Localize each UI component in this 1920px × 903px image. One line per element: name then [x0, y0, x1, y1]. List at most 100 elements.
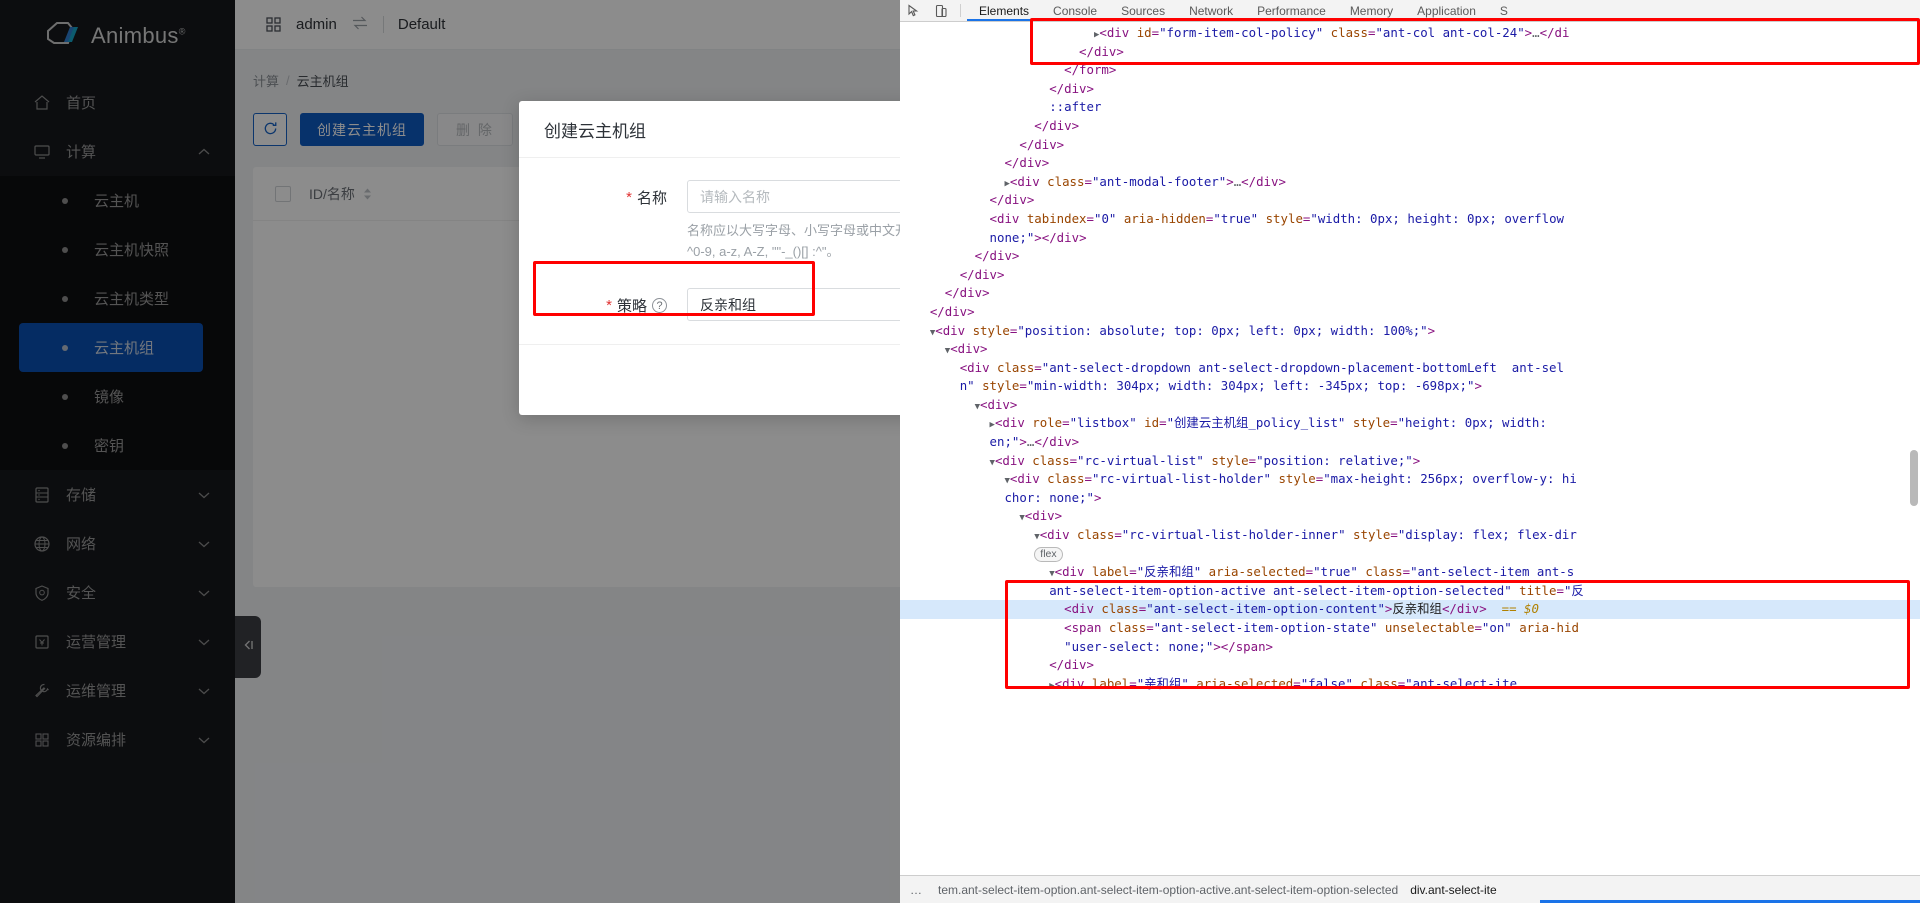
dom-tree-line[interactable]: <div tabindex="0" aria-hidden="true" sty…: [900, 210, 1920, 229]
tab-security[interactable]: S: [1488, 0, 1520, 21]
dom-token: "ant-select-item-option-state": [1154, 620, 1378, 635]
form-item-name: * 名称 请输入名称 名称应以大写字母、小写字母或中文开头，符，且只包含^0-9…: [519, 180, 900, 262]
dom-token: "display: flex; flex-dir: [1398, 527, 1577, 542]
dom-token: <div: [990, 211, 1020, 226]
dom-tree-line[interactable]: ▶<div class="ant-modal-footer">…</div>: [900, 173, 1920, 192]
application-window: Animbus® 首页 计算: [0, 0, 900, 903]
modal-footer: [519, 359, 900, 415]
dom-token: label: [1084, 564, 1129, 579]
dom-token: class: [1094, 601, 1139, 616]
dom-tree-line[interactable]: <div class="ant-select-item-option-conte…: [900, 600, 1920, 619]
dom-tree-line[interactable]: ▼<div class="rc-virtual-list-holder" sty…: [900, 470, 1920, 489]
dom-tree-line[interactable]: </div>: [900, 303, 1920, 322]
dom-tree-line[interactable]: ▶<div role="listbox" id="创建云主机组_policy_l…: [900, 414, 1920, 433]
breadcrumb-overflow-icon[interactable]: …: [900, 883, 932, 897]
dom-token: "反亲和组": [1137, 564, 1201, 579]
modal-divider: [519, 344, 900, 345]
dom-token: "0": [1094, 211, 1116, 226]
breadcrumb-node[interactable]: tem.ant-select-item-option.ant-select-it…: [932, 883, 1404, 897]
dom-token: label: [1084, 676, 1129, 691]
dom-tree-line[interactable]: </div>: [900, 191, 1920, 210]
dom-tree-scrollbar[interactable]: [1910, 450, 1918, 506]
dom-tree-line[interactable]: ▼<div class="rc-virtual-list" style="pos…: [900, 452, 1920, 471]
tab-elements[interactable]: Elements: [967, 0, 1041, 21]
dom-token: "true": [1313, 564, 1358, 579]
policy-select[interactable]: 反亲和组: [687, 288, 900, 321]
dom-tree-line[interactable]: </div>: [900, 266, 1920, 285]
name-input[interactable]: 请输入名称: [687, 180, 900, 213]
dom-tree-line[interactable]: </div>: [900, 136, 1920, 155]
dom-token: =: [1306, 564, 1313, 579]
dom-tree-line[interactable]: </div>: [900, 247, 1920, 266]
flex-badge[interactable]: flex: [1034, 547, 1062, 562]
dom-tree-line[interactable]: ant-select-item-option-active ant-select…: [900, 582, 1920, 601]
dom-tree-line[interactable]: n" style="min-width: 304px; width: 304px…: [900, 377, 1920, 396]
dom-token: "height: 0px; width:: [1398, 415, 1547, 430]
dom-token: </div>: [1042, 230, 1087, 245]
breadcrumb-node[interactable]: div.ant-select-ite: [1404, 883, 1502, 897]
dom-tree-line[interactable]: </form>: [900, 61, 1920, 80]
devtools-tabbar: Elements Console Sources Network Perform…: [900, 0, 1920, 22]
dom-tree-line[interactable]: "user-select: none;"></span>: [900, 638, 1920, 657]
required-marker: *: [606, 298, 612, 313]
tab-application[interactable]: Application: [1405, 0, 1488, 21]
dom-token: =: [1034, 360, 1041, 375]
inspect-element-icon[interactable]: [900, 0, 927, 21]
dom-token: "ant-col: [1375, 25, 1435, 40]
dom-tree-line[interactable]: </div>: [900, 284, 1920, 303]
dom-tree-line[interactable]: </div>: [900, 43, 1920, 62]
dom-token: "ant-select-item: [1410, 564, 1529, 579]
dom-token: class: [1353, 676, 1398, 691]
dom-tree-line[interactable]: en;">…</div>: [900, 433, 1920, 452]
device-toolbar-icon[interactable]: [927, 0, 954, 21]
dom-token: </div>: [945, 285, 990, 300]
dom-tree-line[interactable]: none;"></div>: [900, 229, 1920, 248]
dom-tree-line[interactable]: ▼<div>: [900, 340, 1920, 359]
dom-token: class: [1101, 620, 1146, 635]
dom-tree-line[interactable]: ::after: [900, 98, 1920, 117]
dom-token: <div: [935, 323, 965, 338]
dom-tree-line[interactable]: ▼<div class="rc-virtual-list-holder-inne…: [900, 526, 1920, 545]
tab-performance[interactable]: Performance: [1245, 0, 1338, 21]
dom-token: =: [1114, 527, 1121, 542]
dom-tree-line[interactable]: <span class="ant-select-item-option-stat…: [900, 619, 1920, 638]
dom-token: "max-height: 256px; overflow-y: hi: [1323, 471, 1577, 486]
tab-network[interactable]: Network: [1177, 0, 1245, 21]
tab-console[interactable]: Console: [1041, 0, 1109, 21]
dom-token: =: [1062, 415, 1069, 430]
dom-token: <div: [1099, 25, 1129, 40]
dom-token: >: [1428, 323, 1435, 338]
tab-sources[interactable]: Sources: [1109, 0, 1177, 21]
dom-tree-line[interactable]: ▶<div label="亲和组" aria-selected="false" …: [900, 675, 1920, 694]
dom-token: unselectable: [1377, 620, 1474, 635]
dom-token: <div: [1010, 174, 1040, 189]
dom-token: "false": [1301, 676, 1353, 691]
dom-tree-line[interactable]: ▼<div label="反亲和组" aria-selected="true" …: [900, 563, 1920, 582]
dom-tree-line[interactable]: chor: none;">: [900, 489, 1920, 508]
dom-token: en;": [990, 434, 1020, 449]
dom-tree-line[interactable]: </div>: [900, 656, 1920, 675]
dom-tree-line[interactable]: ▼<div>: [900, 396, 1920, 415]
dom-tree-line[interactable]: ▼<div style="position: absolute; top: 0p…: [900, 322, 1920, 341]
dom-tree-line[interactable]: flex: [900, 545, 1920, 564]
dom-tree-line[interactable]: </div>: [900, 80, 1920, 99]
dom-token: ant-sel: [1497, 360, 1564, 375]
dom-token: >: [1226, 174, 1233, 189]
dom-tree-line[interactable]: </div>: [900, 154, 1920, 173]
tab-memory[interactable]: Memory: [1338, 0, 1405, 21]
dom-token: </div>: [960, 267, 1005, 282]
dom-tree-line[interactable]: </div>: [900, 117, 1920, 136]
form-label-text: 名称: [637, 187, 667, 208]
dom-token: <div>: [980, 397, 1017, 412]
dom-tree-line[interactable]: ▶<div id="form-item-col-policy" class="a…: [900, 24, 1920, 43]
question-circle-icon[interactable]: ?: [652, 298, 667, 313]
dom-tree-line[interactable]: ▼<div>: [900, 507, 1920, 526]
dom-token: style: [965, 323, 1010, 338]
dom-token: </div>: [1004, 155, 1049, 170]
dom-token: ant-select-item-option-active ant-select…: [1049, 583, 1512, 598]
dom-tree-line[interactable]: <div class="ant-select-dropdown ant-sele…: [900, 359, 1920, 378]
dom-token: class: [1070, 527, 1115, 542]
dom-tree[interactable]: ▶<div id="form-item-col-policy" class="a…: [900, 22, 1920, 875]
dom-token: "亲和组": [1137, 676, 1189, 691]
dom-token: </div>: [1079, 44, 1124, 59]
